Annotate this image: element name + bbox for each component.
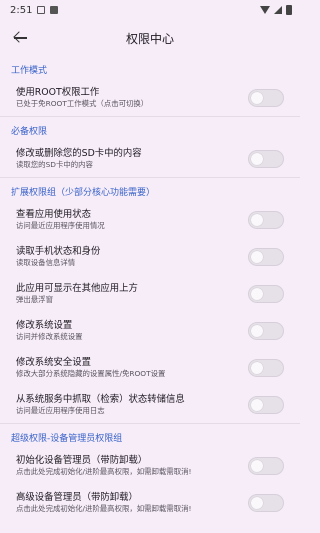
item-text: 从系统服务中抓取（检索）状态转储信息 访问最近应用程序使用日志 (16, 394, 240, 416)
settings-list: 工作模式 使用ROOT权限工作 已处于免ROOT工作模式（点击可切换） 必备权限… (0, 59, 300, 521)
item-title: 高级设备管理员（带防卸载） (16, 491, 138, 503)
root-mode-toggle[interactable] (248, 88, 284, 107)
item-text: 初始化设备管理员（带防卸载） 点击此处完成初始化/进阶最高权限，如需卸载需取消! (16, 455, 240, 477)
phone-state-item[interactable]: 读取手机状态和身份 读取设备信息详情 (0, 238, 300, 275)
item-title: 读取手机状态和身份 (16, 245, 101, 257)
toggle-knob (251, 287, 263, 300)
divider (0, 423, 300, 424)
item-title: 初始化设备管理员（带防卸载） (16, 454, 148, 466)
item-subtitle: 读取您的SD卡中的内容 (16, 159, 93, 169)
item-title: 查看应用使用状态 (16, 208, 92, 220)
init-device-admin-toggle[interactable] (248, 456, 284, 475)
toggle-knob (251, 152, 263, 165)
secure-settings-toggle[interactable] (248, 358, 284, 377)
item-subtitle: 访问并修改系统设置 (16, 331, 83, 341)
overlay-item[interactable]: 此应用可显示在其他应用上方 弹出悬浮窗 (0, 275, 300, 312)
app-notification-icon (50, 6, 59, 14)
item-title: 此应用可显示在其他应用上方 (16, 282, 138, 294)
write-settings-item[interactable]: 修改系统设置 访问并修改系统设置 (0, 312, 300, 349)
wifi-icon (260, 6, 270, 14)
toggle-knob (251, 324, 263, 337)
item-text: 修改系统安全设置 修改大部分系统隐藏的设置属性/免ROOT设置 (16, 357, 240, 379)
item-text: 高级设备管理员（带防卸载） 点击此处完成初始化/进阶最高权限，如需卸载需取消! (16, 492, 240, 514)
app-bar: 权限中心 (0, 20, 300, 56)
advanced-device-admin-toggle[interactable] (248, 493, 284, 512)
section-device-admin: 超级权限-设备管理员权限组 初始化设备管理员（带防卸载） 点击此处完成初始化/进… (0, 427, 300, 521)
item-subtitle: 点击此处完成初始化/进阶最高权限，如需卸载需取消! (16, 503, 192, 513)
toggle-knob (251, 91, 263, 104)
item-subtitle: 访问最近应用程序使用情况 (16, 220, 105, 230)
item-subtitle: 修改大部分系统隐藏的设置属性/免ROOT设置 (16, 368, 166, 378)
item-title: 修改或删除您的SD卡中的内容 (16, 147, 142, 159)
status-time: 2:51 (10, 4, 33, 16)
root-mode-item[interactable]: 使用ROOT权限工作 已处于免ROOT工作模式（点击可切换） (0, 79, 300, 116)
item-text: 修改或删除您的SD卡中的内容 读取您的SD卡中的内容 (16, 148, 240, 170)
toggle-knob (251, 459, 263, 472)
dump-toggle[interactable] (248, 395, 284, 414)
section-header: 必备权限 (11, 126, 48, 137)
overlay-toggle[interactable] (248, 284, 284, 303)
section-header: 超级权限-设备管理员权限组 (11, 433, 123, 444)
status-right (260, 5, 292, 15)
sd-card-toggle[interactable] (248, 149, 284, 168)
toggle-knob (251, 496, 263, 509)
section-header: 工作模式 (11, 65, 48, 76)
item-subtitle: 已处于免ROOT工作模式（点击可切换） (16, 98, 149, 108)
status-bar: 2:51 (0, 0, 300, 20)
divider (0, 177, 300, 178)
item-title: 从系统服务中抓取（检索）状态转储信息 (16, 393, 185, 405)
sd-card-item[interactable]: 修改或删除您的SD卡中的内容 读取您的SD卡中的内容 (0, 140, 300, 177)
item-text: 此应用可显示在其他应用上方 弹出悬浮窗 (16, 283, 240, 305)
item-title: 使用ROOT权限工作 (16, 86, 100, 98)
section-work-mode: 工作模式 使用ROOT权限工作 已处于免ROOT工作模式（点击可切换） (0, 59, 300, 116)
secure-settings-item[interactable]: 修改系统安全设置 修改大部分系统隐藏的设置属性/免ROOT设置 (0, 349, 300, 386)
section-extended: 扩展权限组（少部分核心功能需要） 查看应用使用状态 访问最近应用程序使用情况 读… (0, 181, 300, 423)
init-device-admin-item[interactable]: 初始化设备管理员（带防卸载） 点击此处完成初始化/进阶最高权限，如需卸载需取消! (0, 447, 300, 484)
item-title: 修改系统设置 (16, 319, 73, 331)
photo-notification-icon (37, 6, 46, 14)
page-title: 权限中心 (125, 31, 174, 46)
phone-state-toggle[interactable] (248, 247, 284, 266)
item-subtitle: 访问最近应用程序使用日志 (16, 405, 105, 415)
item-text: 修改系统设置 访问并修改系统设置 (16, 320, 240, 342)
toggle-knob (251, 213, 263, 226)
section-required: 必备权限 修改或删除您的SD卡中的内容 读取您的SD卡中的内容 (0, 120, 300, 177)
advanced-device-admin-item[interactable]: 高级设备管理员（带防卸载） 点击此处完成初始化/进阶最高权限，如需卸载需取消! (0, 484, 300, 521)
toggle-knob (251, 398, 263, 411)
divider (0, 116, 300, 117)
item-subtitle: 弹出悬浮窗 (16, 294, 53, 304)
toggle-knob (251, 361, 263, 374)
item-subtitle: 点击此处完成初始化/进阶最高权限，如需卸载需取消! (16, 466, 192, 476)
usage-stats-toggle[interactable] (248, 210, 284, 229)
battery-icon (286, 5, 292, 15)
back-arrow-icon (13, 31, 27, 45)
section-header: 扩展权限组（少部分核心功能需要） (11, 187, 156, 198)
status-left: 2:51 (10, 4, 59, 16)
item-title: 修改系统安全设置 (16, 356, 92, 368)
item-text: 查看应用使用状态 访问最近应用程序使用情况 (16, 209, 240, 231)
write-settings-toggle[interactable] (248, 321, 284, 340)
item-subtitle: 读取设备信息详情 (16, 257, 76, 267)
signal-icon (274, 6, 282, 14)
dump-item[interactable]: 从系统服务中抓取（检索）状态转储信息 访问最近应用程序使用日志 (0, 386, 300, 423)
toggle-knob (251, 250, 263, 263)
back-button[interactable] (2, 20, 38, 56)
usage-stats-item[interactable]: 查看应用使用状态 访问最近应用程序使用情况 (0, 201, 300, 238)
item-text: 读取手机状态和身份 读取设备信息详情 (16, 246, 240, 268)
item-text: 使用ROOT权限工作 已处于免ROOT工作模式（点击可切换） (16, 87, 240, 109)
